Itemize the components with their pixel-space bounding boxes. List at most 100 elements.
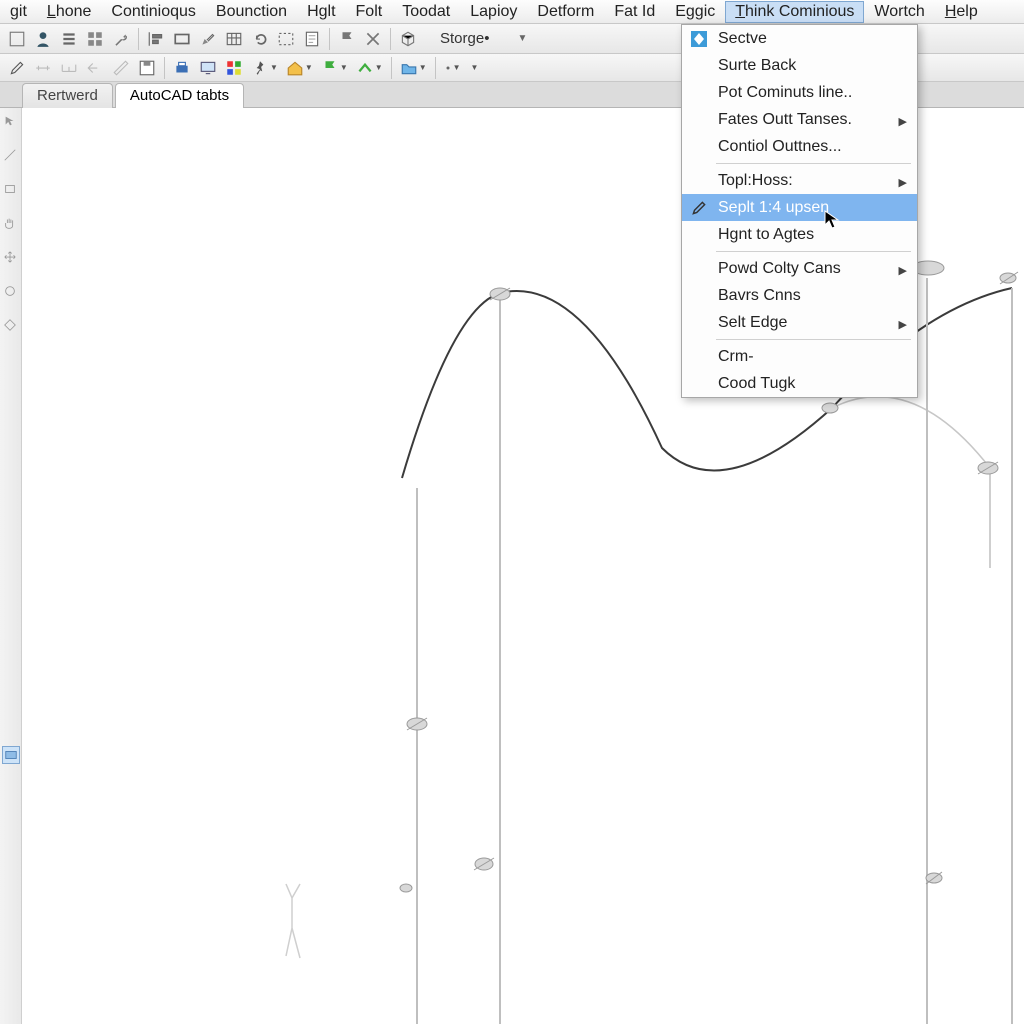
tool-diamond-icon[interactable]	[3, 318, 19, 334]
dim-baseline-icon[interactable]	[57, 56, 81, 80]
menu-item-label: Hgnt to Agtes	[718, 226, 814, 244]
tool-line-icon[interactable]	[3, 148, 19, 164]
cross-tools-icon[interactable]	[361, 27, 385, 51]
menu-item-crm[interactable]: Crm-	[682, 343, 917, 370]
chevron-down-icon[interactable]: ▼	[471, 63, 479, 72]
dashed-rect-icon[interactable]	[274, 27, 298, 51]
palette-icon[interactable]	[222, 56, 246, 80]
person-icon[interactable]	[31, 27, 55, 51]
toolbar-separator	[138, 28, 139, 50]
mouse-cursor-icon	[824, 210, 840, 235]
chevron-down-icon: ▼	[517, 33, 527, 44]
dim-horizontal-icon[interactable]	[31, 56, 55, 80]
tool-hand-icon[interactable]	[3, 216, 19, 232]
brush-icon[interactable]	[196, 27, 220, 51]
home-icon[interactable]	[283, 56, 307, 80]
rectangle-icon[interactable]	[170, 27, 194, 51]
menu-item-topl-hoss[interactable]: Topl:Hoss:▶	[682, 167, 917, 194]
menu-item-powd-colty-cans[interactable]: Powd Colty Cans ▶	[682, 255, 917, 282]
list-icon[interactable]	[57, 27, 81, 51]
chevron-down-icon[interactable]: ▼	[270, 63, 278, 72]
menu-item-surte-back[interactable]: Surte Back	[682, 52, 917, 79]
menu-item-label: Cood Tugk	[718, 375, 795, 393]
menu-detform[interactable]: Detform	[527, 1, 604, 23]
tool-circle-icon[interactable]	[3, 284, 19, 300]
toolbar-separator	[390, 28, 391, 50]
menu-eggic[interactable]: Eggic	[665, 1, 725, 23]
menu-bar: git Lhone Continioqus Bounction Hglt Fol…	[0, 0, 1024, 24]
tool-move-icon[interactable]	[3, 250, 19, 266]
chevron-up-green-icon[interactable]	[353, 56, 377, 80]
menu-toodat[interactable]: Toodat	[392, 1, 460, 23]
menu-fat-id[interactable]: Fat Id	[604, 1, 665, 23]
chevron-down-icon[interactable]: ▼	[305, 63, 313, 72]
table-icon[interactable]	[222, 27, 246, 51]
measure-icon[interactable]	[109, 56, 133, 80]
toolbar-separator	[391, 57, 392, 79]
menu-help[interactable]: Help	[935, 1, 988, 23]
menu-item-contiol-outtnes[interactable]: Contiol Outtnes...	[682, 133, 917, 160]
menu-item-label: Contiol Outtnes...	[718, 138, 842, 156]
think-cominious-dropdown: Sectve Surte Back Pot Cominuts line.. Fa…	[681, 24, 918, 398]
print-blue-icon[interactable]	[170, 56, 194, 80]
tab-autocad-tabts[interactable]: AutoCAD tabts	[115, 83, 244, 108]
flag-green-icon[interactable]	[318, 56, 342, 80]
chevron-down-icon[interactable]: ▼	[419, 63, 427, 72]
menu-item-fates-outt-tanses[interactable]: Fates Outt Tanses. ▶	[682, 106, 917, 133]
tool-selected-icon[interactable]	[2, 746, 20, 764]
toolbar-separator	[329, 28, 330, 50]
monitor-icon[interactable]	[196, 56, 220, 80]
menu-item-bavrs-cnns[interactable]: Bavrs Cnns	[682, 282, 917, 309]
menu-item-cood-tugk[interactable]: Cood Tugk	[682, 370, 917, 397]
toolbar-separator	[435, 57, 436, 79]
pin-icon[interactable]	[248, 56, 272, 80]
tab-rertwerd[interactable]: Rertwerd	[22, 83, 113, 108]
menu-continioqus[interactable]: Continioqus	[101, 1, 206, 23]
chevron-down-icon[interactable]: ▼	[340, 63, 348, 72]
menu-item-hgnt-to-agtes[interactable]: Hgnt to Agtes	[682, 221, 917, 248]
menu-item-pot-cominuts-line[interactable]: Pot Cominuts line..	[682, 79, 917, 106]
menu-item-sectve[interactable]: Sectve	[682, 25, 917, 52]
menu-lapioy[interactable]: Lapioy	[460, 1, 527, 23]
submenu-arrow-icon: ▶	[899, 318, 907, 331]
menu-hglt[interactable]: Hglt	[297, 1, 345, 23]
menu-item-seplt-upsen[interactable]: Seplt 1:4 upsen	[682, 194, 917, 221]
menu-item-label: Fates Outt Tanses.	[718, 111, 852, 129]
menu-item-label: Sectve	[718, 30, 767, 48]
wrench-icon[interactable]	[109, 27, 133, 51]
chevron-down-icon[interactable]: ▼	[375, 63, 383, 72]
save-icon[interactable]	[135, 56, 159, 80]
menu-item-label: Crm-	[718, 348, 754, 366]
tool-generic-icon[interactable]	[5, 27, 29, 51]
menu-item-label: Seplt 1:4 upsen	[718, 199, 829, 217]
menu-think-cominious[interactable]: Think Cominious	[725, 1, 864, 23]
align-left-icon[interactable]	[144, 27, 168, 51]
pencil-icon	[688, 197, 710, 219]
submenu-arrow-icon: ▶	[899, 115, 907, 128]
menu-item-label: Selt Edge	[718, 314, 787, 332]
menu-git[interactable]: git	[0, 1, 37, 23]
menu-folt[interactable]: Folt	[346, 1, 393, 23]
rotate-ccw-icon[interactable]	[248, 27, 272, 51]
menu-bounction[interactable]: Bounction	[206, 1, 297, 23]
menu-item-selt-edge[interactable]: Selt Edge ▶	[682, 309, 917, 336]
folder-icon[interactable]	[397, 56, 421, 80]
toolbar-separator	[164, 57, 165, 79]
menu-lhone[interactable]: Lhone	[37, 1, 102, 23]
undo-icon[interactable]	[83, 56, 107, 80]
menu-item-label: Topl:Hoss:	[718, 172, 793, 190]
submenu-arrow-icon: ▶	[899, 264, 907, 277]
menu-separator	[716, 339, 911, 340]
page-icon[interactable]	[300, 27, 324, 51]
menu-separator	[716, 251, 911, 252]
chevron-down-icon[interactable]: ▼	[453, 63, 461, 72]
menu-item-label: Powd Colty Cans	[718, 260, 841, 278]
flag-icon[interactable]	[335, 27, 359, 51]
grid-icon[interactable]	[83, 27, 107, 51]
pencil-icon[interactable]	[5, 56, 29, 80]
tool-rect-icon[interactable]	[3, 182, 19, 198]
storage-combo[interactable]: Storge• ▼	[429, 28, 534, 50]
menu-wortch[interactable]: Wortch	[864, 1, 934, 23]
cube-icon[interactable]	[396, 27, 420, 51]
tool-arrow-icon[interactable]	[3, 114, 19, 130]
